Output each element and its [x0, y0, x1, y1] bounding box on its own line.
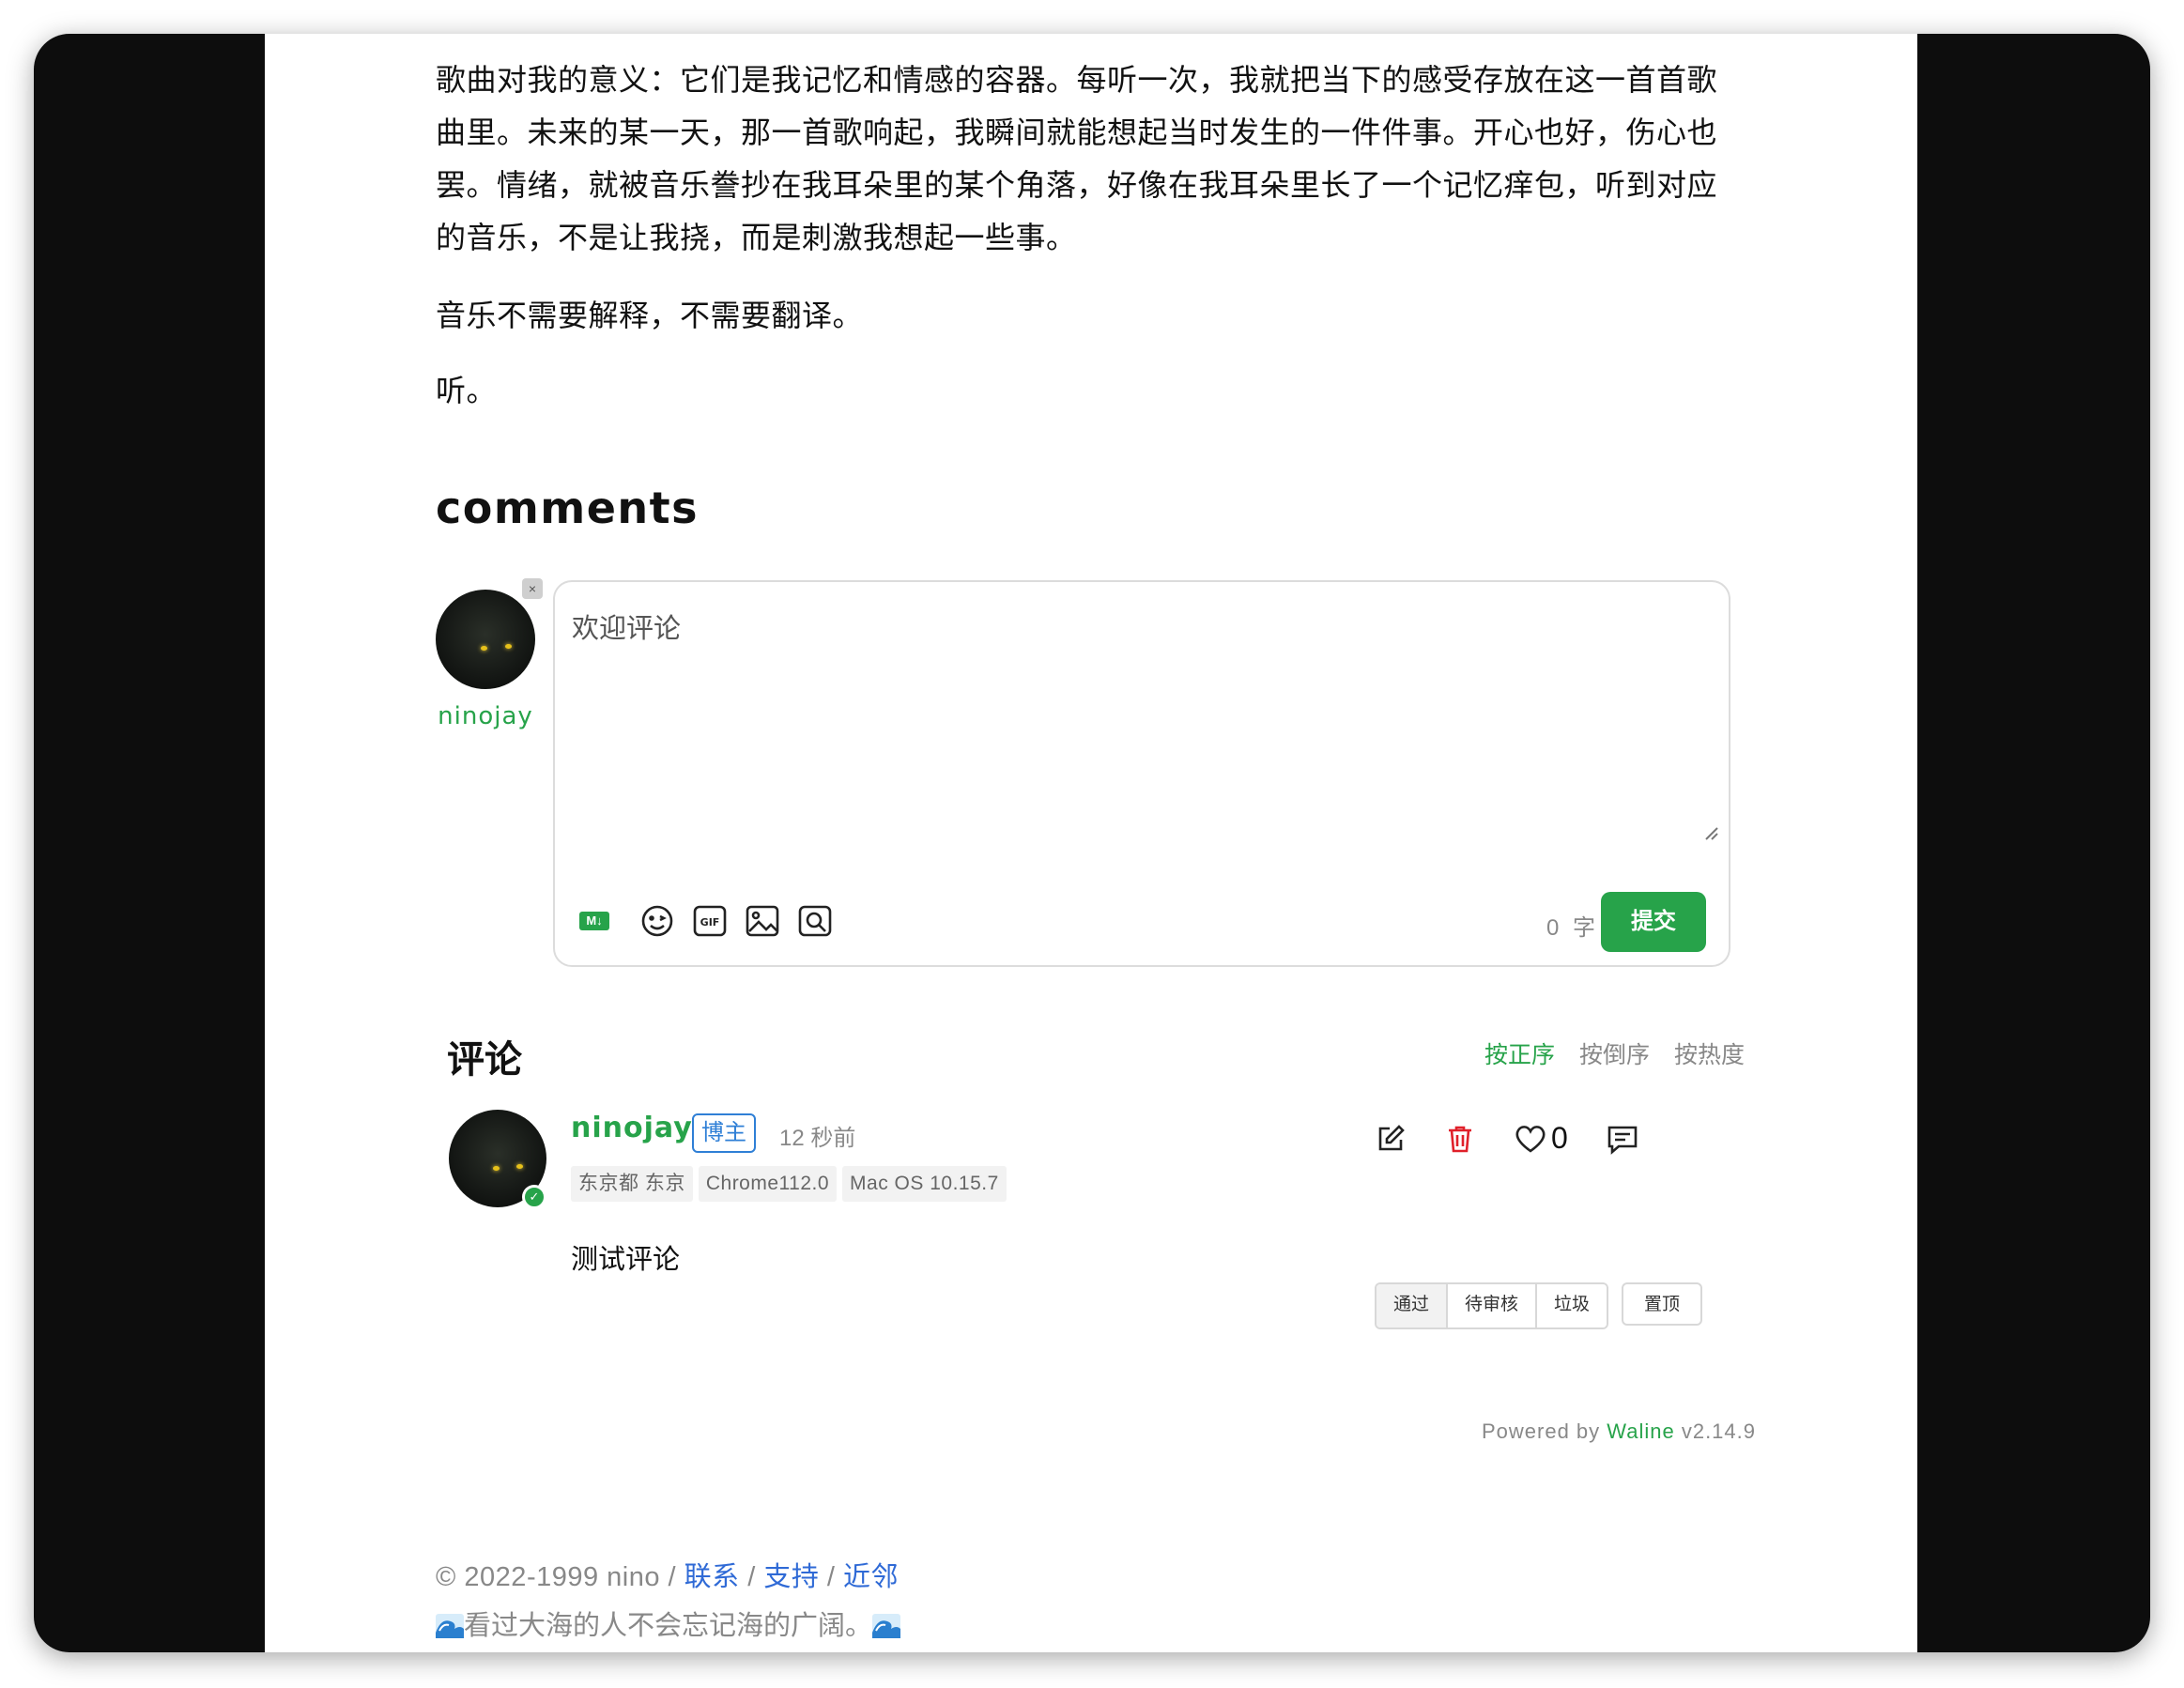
comment-author[interactable]: ninojay — [571, 1112, 693, 1144]
page: 歌曲对我的意义：它们是我记忆和情感的容器。每听一次，我就把当下的感受存放在这一首… — [265, 34, 1917, 1652]
tagline-text: 看过大海的人不会忘记海的广阔。 — [464, 1611, 873, 1641]
edit-button[interactable] — [1375, 1123, 1407, 1155]
comment-avatar: ✓ — [449, 1110, 546, 1209]
separator: / — [819, 1562, 844, 1592]
footer-link-neighbors[interactable]: 近邻 — [843, 1562, 899, 1592]
wave-icon — [872, 1614, 901, 1638]
footer-tagline: 看过大海的人不会忘记海的广阔。 — [436, 1604, 901, 1643]
browser-tag: Chrome112.0 — [698, 1166, 838, 1202]
article-paragraph: 音乐不需要解释，不需要翻译。 — [436, 299, 864, 332]
article-paragraph: 歌曲对我的意义：它们是我记忆和情感的容器。每听一次，我就把当下的感受存放在这一首… — [436, 63, 1718, 254]
powered-version: v2.14.9 — [1674, 1419, 1756, 1443]
comment-time: 12 秒前 — [779, 1126, 856, 1151]
comment-actions: 0 — [1375, 1121, 1677, 1156]
reply-icon — [1607, 1126, 1638, 1155]
heart-icon — [1515, 1125, 1546, 1153]
moderation-controls: 通过 待审核 垃圾 置顶 — [1375, 1282, 1703, 1329]
gif-icon[interactable]: GIF — [690, 901, 730, 941]
svg-text:GIF: GIF — [700, 916, 720, 928]
like-count: 0 — [1551, 1121, 1568, 1155]
sort-asc-tab[interactable]: 按正序 — [1484, 1036, 1555, 1070]
markdown-icon[interactable]: M↓ — [579, 912, 609, 930]
admin-badge: 博主 — [692, 1113, 756, 1153]
browser-window: 歌曲对我的意义：它们是我记忆和情感的容器。每听一次，我就把当下的感受存放在这一首… — [34, 34, 2150, 1652]
article-paragraph: 听。 — [436, 374, 498, 407]
editor-toolbar: M↓ GIF — [579, 901, 848, 941]
powered-prefix: Powered by — [1481, 1419, 1607, 1443]
sort-hot-tab[interactable]: 按热度 — [1674, 1036, 1745, 1070]
comment-list-title: 评论 — [447, 1039, 522, 1081]
location-tag: 东京都 东京 — [571, 1166, 693, 1202]
like-button[interactable]: 0 — [1514, 1121, 1568, 1156]
powered-by: Powered by Waline v2.14.9 — [1482, 1419, 1756, 1444]
image-icon[interactable] — [743, 901, 782, 941]
spam-button[interactable]: 垃圾 — [1537, 1284, 1607, 1327]
sort-tabs: 按正序 按倒序 按热度 — [1460, 1036, 1745, 1070]
comment-textarea[interactable]: 欢迎评论 — [572, 606, 681, 646]
comment-text: 测试评论 — [571, 1245, 681, 1275]
resize-handle-icon[interactable] — [1702, 824, 1719, 841]
comment-editor: 欢迎评论 M↓ GIF 0 字 提交 — [553, 580, 1730, 967]
copyright: © 2022-1999 nino / — [436, 1562, 684, 1592]
logout-button[interactable]: × — [522, 578, 543, 599]
avatar[interactable]: × — [436, 578, 543, 689]
editor-user: × ninojay — [436, 578, 543, 730]
separator: / — [739, 1562, 764, 1592]
footer-link-support[interactable]: 支持 — [763, 1562, 819, 1592]
sort-desc-tab[interactable]: 按倒序 — [1579, 1036, 1650, 1070]
footer-link-contact[interactable]: 联系 — [684, 1562, 740, 1592]
word-count: 0 字 — [1546, 915, 1599, 941]
delete-button[interactable] — [1444, 1123, 1476, 1155]
os-tag: Mac OS 10.15.7 — [842, 1166, 1007, 1202]
emoji-icon[interactable] — [638, 901, 677, 941]
verified-icon: ✓ — [522, 1185, 546, 1209]
submit-button[interactable]: 提交 — [1601, 892, 1706, 952]
approve-button[interactable]: 通过 — [1377, 1284, 1449, 1327]
preview-icon[interactable] — [795, 901, 835, 941]
comments-heading: comments — [436, 483, 700, 533]
trash-icon — [1449, 1126, 1471, 1152]
wave-icon — [436, 1614, 464, 1638]
footer-links: © 2022-1999 nino / 联系 / 支持 / 近邻 — [436, 1555, 899, 1594]
comment-meta: 东京都 东京 Chrome112.0 Mac OS 10.15.7 — [571, 1166, 1012, 1202]
waline-link[interactable]: Waline — [1607, 1419, 1674, 1443]
editor-username[interactable]: ninojay — [436, 702, 535, 730]
edit-icon — [1378, 1124, 1405, 1150]
pin-button[interactable]: 置顶 — [1622, 1282, 1703, 1326]
reply-button[interactable] — [1606, 1123, 1639, 1155]
pending-button[interactable]: 待审核 — [1448, 1284, 1538, 1327]
